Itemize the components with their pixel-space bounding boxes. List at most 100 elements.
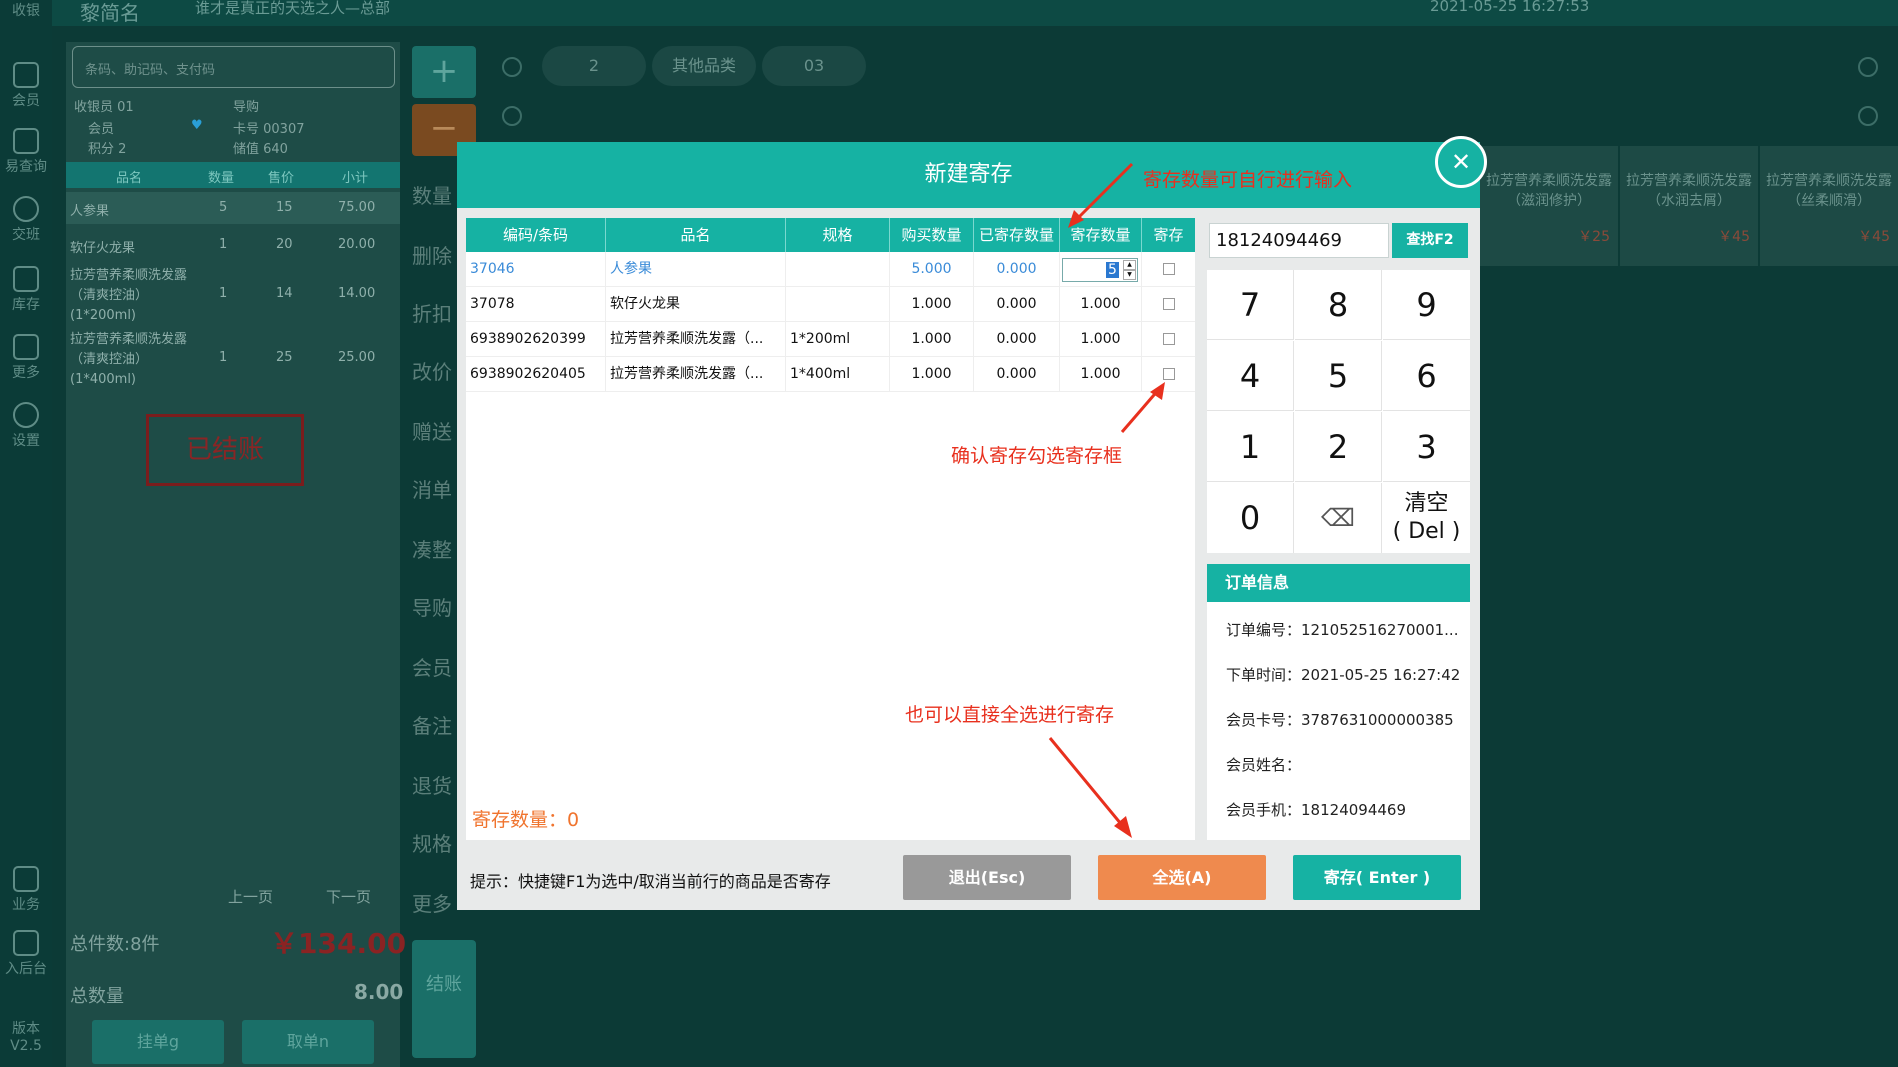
col-code: 编码/条码 — [466, 218, 606, 252]
sidebar-item-query[interactable]: 易查询 — [0, 128, 52, 176]
find-button[interactable]: 查找F2 — [1392, 223, 1468, 258]
guide-action[interactable]: 导购 — [412, 592, 452, 621]
product-card[interactable]: 拉芳营养柔顺洗发露（水润去屑） ￥45 — [1620, 146, 1758, 266]
spec-action[interactable]: 规格 — [412, 828, 452, 857]
prev-category-icon[interactable] — [502, 57, 522, 77]
row-name: 拉芳营养柔顺洗发露（... — [606, 322, 786, 357]
qty-action[interactable]: 数量 — [412, 180, 452, 209]
sidebar: 收银 会员 易查询 交班 库存 更多 设置 业务 入后台 版本 V2.5 — [0, 0, 52, 1067]
key-3[interactable]: 3 — [1383, 412, 1470, 482]
store-name[interactable]: 谁才是真正的天选之人—总部 — [195, 0, 390, 18]
deposit-qty-stepper[interactable]: 5 ▲ ▼ — [1062, 258, 1138, 282]
round-action[interactable]: 凑整 — [412, 534, 452, 563]
phone-input[interactable]: 18124094469 — [1209, 223, 1389, 258]
prev-subcategory-icon[interactable] — [502, 106, 522, 126]
note-action[interactable]: 备注 — [412, 710, 452, 739]
hang-order-button[interactable]: 挂单g — [92, 1020, 224, 1064]
brand-logo: 黎简名 — [80, 1, 140, 25]
cart-row[interactable]: 拉芳营养柔顺洗发露（清爽控油）(1*200ml) 1 14 14.00 — [66, 264, 400, 324]
close-icon[interactable]: ✕ — [1435, 136, 1487, 188]
cashier-label: 收银员 01 — [74, 100, 134, 115]
member-action[interactable]: 会员 — [412, 652, 452, 681]
key-9[interactable]: 9 — [1383, 270, 1470, 340]
deposit-table: 编码/条码 品名 规格 购买数量 已寄存数量 寄存数量 寄存 37046 人参果… — [466, 218, 1195, 840]
deposit-checkbox[interactable] — [1163, 368, 1175, 380]
sidebar-item-more[interactable]: 更多 — [0, 334, 52, 382]
diamond-icon: ♥ — [191, 118, 203, 133]
stepper-down-icon[interactable]: ▼ — [1123, 270, 1136, 280]
cart-row[interactable]: 拉芳营养柔顺洗发露（清爽控油）(1*400ml) 1 25 25.00 — [66, 328, 400, 388]
change-price-action[interactable]: 改价 — [412, 356, 452, 385]
document-icon — [13, 128, 39, 154]
next-category-icon[interactable] — [1858, 57, 1878, 77]
exit-button[interactable]: 退出(Esc) — [903, 855, 1071, 900]
cancel-order-action[interactable]: 消单 — [412, 474, 452, 503]
sidebar-item-business[interactable]: 业务 — [0, 866, 52, 914]
plus-button[interactable]: + — [412, 46, 476, 98]
tab-category[interactable]: 03 — [762, 46, 866, 86]
prev-page-button[interactable]: 上一页 — [228, 886, 273, 907]
next-subcategory-icon[interactable] — [1858, 106, 1878, 126]
member-label: 会员 — [88, 122, 115, 137]
row-stored: 0.000 — [974, 322, 1060, 357]
row-spec — [786, 252, 890, 287]
monitor-icon — [13, 930, 39, 956]
row-buy: 1.000 — [890, 357, 974, 392]
key-8[interactable]: 8 — [1295, 270, 1382, 340]
discount-action[interactable]: 折扣 — [412, 298, 452, 327]
total-amount: ￥134.00 — [270, 927, 407, 960]
stored-value: 储值 640 — [233, 142, 288, 157]
key-1[interactable]: 1 — [1207, 412, 1294, 482]
backspace-icon[interactable]: ⌫ — [1295, 483, 1382, 553]
stepper-up-icon[interactable]: ▲ — [1123, 260, 1136, 270]
tab-category[interactable]: 其他品类 — [652, 46, 756, 86]
key-7[interactable]: 7 — [1207, 270, 1294, 340]
row-stored: 0.000 — [974, 357, 1060, 392]
col-spec: 规格 — [786, 218, 890, 252]
points-value: 积分 2 — [88, 142, 127, 157]
more-action[interactable]: 更多 — [412, 888, 452, 917]
search-input[interactable]: 条码、助记码、支付码 — [72, 46, 395, 88]
delete-action[interactable]: 删除 — [412, 240, 452, 269]
gift-action[interactable]: 赠送 — [412, 416, 452, 445]
row-deposit[interactable]: 1.000 — [1060, 322, 1142, 357]
next-page-button[interactable]: 下一页 — [326, 886, 371, 907]
deposit-checkbox[interactable] — [1163, 333, 1175, 345]
take-order-button[interactable]: 取单n — [242, 1020, 374, 1064]
col-stored: 已寄存数量 — [974, 218, 1060, 252]
sidebar-item-stock[interactable]: 库存 — [0, 266, 52, 314]
row-spec — [786, 287, 890, 322]
tab-category[interactable]: 2 — [542, 46, 646, 86]
row-deposit[interactable]: 1.000 — [1060, 357, 1142, 392]
product-card[interactable]: 拉芳营养柔顺洗发露（丝柔顺滑） ￥45 — [1760, 146, 1898, 266]
shortcut-hint: 提示：快捷键F1为选中/取消当前行的商品是否寄存 — [470, 872, 831, 891]
sidebar-item-cashier[interactable]: 收银 — [0, 0, 52, 20]
cart-row[interactable]: 人参果 5 15 75.00 — [66, 192, 400, 224]
row-deposit[interactable]: 1.000 — [1060, 287, 1142, 322]
cart-row[interactable]: 软仔火龙果 1 20 20.00 — [66, 230, 400, 260]
key-5[interactable]: 5 — [1295, 341, 1382, 411]
key-0[interactable]: 0 — [1207, 483, 1294, 553]
row-code: 6938902620399 — [466, 322, 606, 357]
key-6[interactable]: 6 — [1383, 341, 1470, 411]
row-code: 6938902620405 — [466, 357, 606, 392]
deposit-checkbox[interactable] — [1163, 263, 1175, 275]
return-action[interactable]: 退货 — [412, 770, 452, 799]
sidebar-item-settings[interactable]: 设置 — [0, 402, 52, 450]
checkout-button[interactable]: 结账 — [412, 940, 476, 1058]
total-qty: 8.00 — [354, 980, 404, 1004]
order-number: 订单编号：121052516270001... — [1226, 621, 1459, 639]
key-4[interactable]: 4 — [1207, 341, 1294, 411]
select-all-button[interactable]: 全选(A) — [1098, 855, 1266, 900]
sidebar-item-member[interactable]: 会员 — [0, 62, 52, 110]
deposit-checkbox[interactable] — [1163, 298, 1175, 310]
deposit-sum: 寄存数量：0 — [472, 809, 580, 831]
product-card[interactable]: 拉芳营养柔顺洗发露（滋润修护） ￥25 — [1480, 146, 1618, 266]
sidebar-item-backend[interactable]: 入后台 — [0, 930, 52, 978]
col-buy: 购买数量 — [890, 218, 974, 252]
row-name: 拉芳营养柔顺洗发露（... — [606, 357, 786, 392]
deposit-button[interactable]: 寄存( Enter ) — [1293, 855, 1461, 900]
key-2[interactable]: 2 — [1295, 412, 1382, 482]
clear-button[interactable]: 清空 ( Del ) — [1383, 483, 1470, 553]
sidebar-item-shift[interactable]: 交班 — [0, 196, 52, 244]
